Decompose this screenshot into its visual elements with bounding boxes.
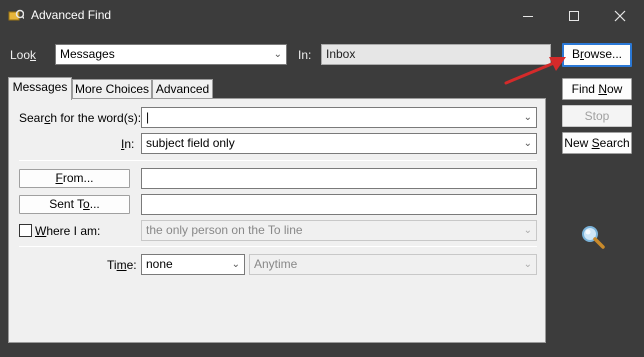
browse-button[interactable]: Browse... bbox=[562, 43, 632, 67]
where-i-am-select[interactable]: the only person on the To line ⌄ bbox=[141, 220, 537, 241]
time-range-select[interactable]: Anytime ⌄ bbox=[249, 254, 537, 275]
time-label: Time: bbox=[107, 258, 137, 272]
maximize-icon bbox=[569, 11, 579, 21]
close-icon bbox=[614, 10, 626, 22]
maximize-button[interactable] bbox=[551, 0, 597, 32]
tab-messages[interactable]: Messages bbox=[8, 77, 72, 100]
chevron-down-icon: ⌄ bbox=[273, 49, 282, 60]
sent-to-button[interactable]: Sent To... bbox=[19, 195, 130, 214]
find-now-button[interactable]: Find Now bbox=[562, 78, 632, 100]
chevron-down-icon: ⌄ bbox=[523, 138, 532, 149]
tab-advanced[interactable]: Advanced bbox=[152, 79, 213, 99]
magnifier-icon bbox=[580, 224, 606, 250]
search-words-label: Search for the word(s): bbox=[19, 111, 142, 125]
separator bbox=[19, 160, 537, 161]
chevron-down-icon: ⌄ bbox=[523, 225, 532, 236]
from-field[interactable] bbox=[141, 168, 537, 189]
from-button[interactable]: From... bbox=[19, 169, 130, 188]
separator bbox=[19, 246, 537, 247]
chevron-down-icon: ⌄ bbox=[523, 259, 532, 270]
minimize-button[interactable] bbox=[505, 0, 551, 32]
tab-more-choices[interactable]: More Choices bbox=[72, 79, 152, 99]
where-i-am-checkbox[interactable] bbox=[19, 224, 32, 237]
stop-button[interactable]: Stop bbox=[562, 105, 632, 127]
in-folder-label: In: bbox=[298, 48, 312, 62]
sent-to-field[interactable] bbox=[141, 194, 537, 215]
time-select[interactable]: none ⌄ bbox=[141, 254, 245, 275]
messages-panel: Search for the word(s): | ⌄ In: subject f… bbox=[8, 98, 546, 343]
look-label: Look bbox=[10, 48, 37, 62]
search-in-label: In: bbox=[121, 137, 135, 151]
where-i-am-label: Where I am: bbox=[35, 224, 101, 238]
search-in-select[interactable]: subject field only ⌄ bbox=[141, 133, 537, 154]
search-words-input[interactable]: | ⌄ bbox=[141, 107, 537, 128]
app-icon bbox=[8, 8, 25, 24]
chevron-down-icon: ⌄ bbox=[231, 259, 240, 270]
close-button[interactable] bbox=[597, 0, 643, 32]
annotation-arrow-icon bbox=[500, 52, 570, 88]
chevron-down-icon: ⌄ bbox=[523, 112, 532, 123]
minimize-icon bbox=[523, 16, 533, 17]
window-title: Advanced Find bbox=[31, 8, 112, 22]
look-select[interactable]: Messages ⌄ bbox=[55, 44, 287, 65]
new-search-button[interactable]: New Search bbox=[562, 132, 632, 154]
